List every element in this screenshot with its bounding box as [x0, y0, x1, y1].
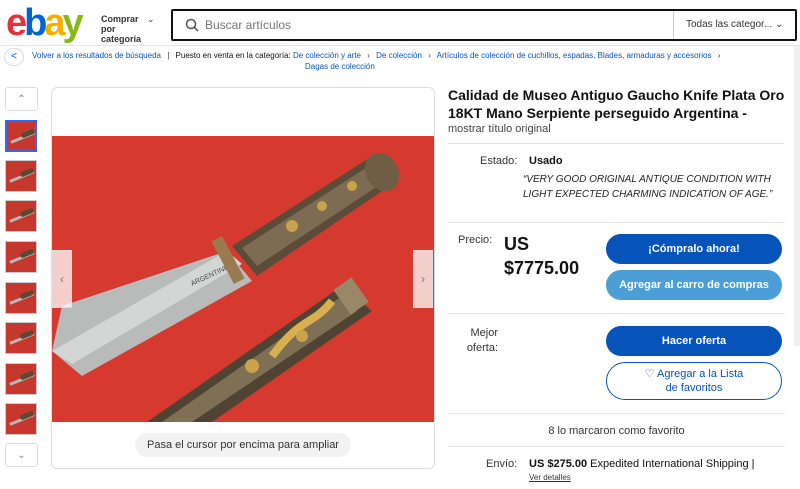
best-offer-label: Mejor oferta:	[466, 327, 498, 354]
chevron-down-icon: ⌄	[17, 449, 26, 461]
divider	[448, 143, 785, 144]
condition-value: Usado	[529, 155, 563, 167]
shop-by-category-button[interactable]: Comprar por categoría	[101, 14, 153, 44]
thumbnail[interactable]	[5, 403, 37, 435]
listed-in-label: Puesto en venta en la categoría:	[175, 51, 291, 60]
chevron-right-icon: ›	[421, 272, 425, 286]
search-category-select[interactable]: Todas las categor... ⌄	[673, 11, 795, 39]
shipping-label: Envío:	[486, 458, 518, 470]
breadcrumb-line-2: Dagas de colección	[305, 62, 375, 71]
back-chevron-icon[interactable]: <	[4, 48, 24, 66]
thumbnail[interactable]	[5, 120, 37, 152]
divider	[448, 222, 785, 223]
condition-description: “VERY GOOD ORIGINAL ANTIQUE CONDITION WI…	[523, 174, 773, 200]
thumb-down-button[interactable]: ⌄	[5, 443, 38, 467]
zoom-hint: Pasa el cursor por encima para ampliar	[135, 433, 351, 457]
item-title: Calidad de Museo Antiguo Gaucho Knife Pl…	[448, 87, 785, 121]
thumbnail[interactable]	[5, 322, 37, 354]
divider	[448, 313, 785, 314]
shipping-value: US $275.00 Expedited International Shipp…	[529, 458, 754, 470]
divider	[448, 446, 785, 447]
make-offer-button[interactable]: Hacer oferta	[606, 326, 782, 356]
search-category-label: Todas las categor...	[686, 19, 773, 30]
page-scrollbar[interactable]	[794, 46, 800, 346]
thumbnail[interactable]	[5, 363, 37, 395]
chevron-up-icon: ⌃	[17, 93, 26, 105]
logo-letter: y	[62, 2, 84, 44]
chevron-right-icon: ›	[428, 51, 431, 60]
next-image-button[interactable]: ›	[413, 250, 433, 308]
buy-now-button[interactable]: ¡Cómpralo ahora!	[606, 234, 782, 264]
breadcrumb: Volver a los resultados de búsqueda | Pu…	[32, 51, 724, 60]
chevron-down-icon[interactable]: ⌄	[147, 14, 155, 25]
add-to-cart-button[interactable]: Agregar al carro de compras	[606, 270, 782, 300]
ebay-logo[interactable]: ebay	[6, 2, 84, 44]
thumbnail[interactable]	[5, 160, 37, 192]
show-original-title-link[interactable]: mostrar título original	[448, 123, 551, 135]
breadcrumb-divider: |	[167, 51, 170, 60]
chevron-down-icon: ⌄	[774, 19, 784, 30]
shipping-details-link[interactable]: Ver detalles	[529, 473, 571, 482]
search-input[interactable]	[205, 11, 665, 39]
shipping-method: Expedited International Shipping |	[590, 458, 755, 470]
add-to-watchlist-button[interactable]: ♡ Agregar a la Lista de favoritos	[606, 362, 782, 400]
thumbnail[interactable]	[5, 241, 37, 273]
prev-image-button[interactable]: ‹	[52, 250, 72, 308]
watchers-count: 8 lo marcaron como favorito	[548, 425, 685, 437]
thumbnail[interactable]	[5, 200, 37, 232]
price-currency: US	[504, 234, 530, 254]
chevron-left-icon: ‹	[60, 272, 64, 286]
price-value: $7775.00	[504, 258, 580, 278]
watchlist-label-line1: ♡ Agregar a la Lista	[644, 368, 744, 380]
breadcrumb-item[interactable]: Artículos de colección de cuchillos, esp…	[437, 51, 712, 60]
watchlist-label-line2: de favoritos	[665, 382, 723, 394]
divider	[448, 413, 785, 414]
chevron-right-icon: ›	[367, 51, 370, 60]
breadcrumb-item[interactable]: De colección	[376, 51, 422, 60]
logo-letter: b	[24, 2, 47, 44]
knife-illustration: ARGENTINE	[52, 136, 434, 422]
shipping-price: US $275.00	[529, 458, 588, 470]
main-product-image[interactable]: ARGENTINE	[52, 136, 434, 422]
thumbnail[interactable]	[5, 282, 37, 314]
breadcrumb-item[interactable]: De colección y arte	[293, 51, 361, 60]
search-icon	[185, 18, 199, 32]
back-to-results-link[interactable]: Volver a los resultados de búsqueda	[32, 51, 161, 60]
header: ebay Comprar por categoría ⌄ Todas las c…	[0, 0, 800, 46]
chevron-right-icon: ›	[717, 51, 721, 60]
condition-label: Estado:	[480, 155, 518, 167]
thumb-up-button[interactable]: ⌃	[5, 87, 38, 111]
search-bar: Todas las categor... ⌄	[171, 9, 797, 41]
logo-letter: a	[44, 2, 65, 44]
logo-letter: e	[6, 2, 27, 44]
price-label: Precio:	[458, 234, 493, 246]
breadcrumb-item[interactable]: Dagas de colección	[305, 62, 375, 71]
